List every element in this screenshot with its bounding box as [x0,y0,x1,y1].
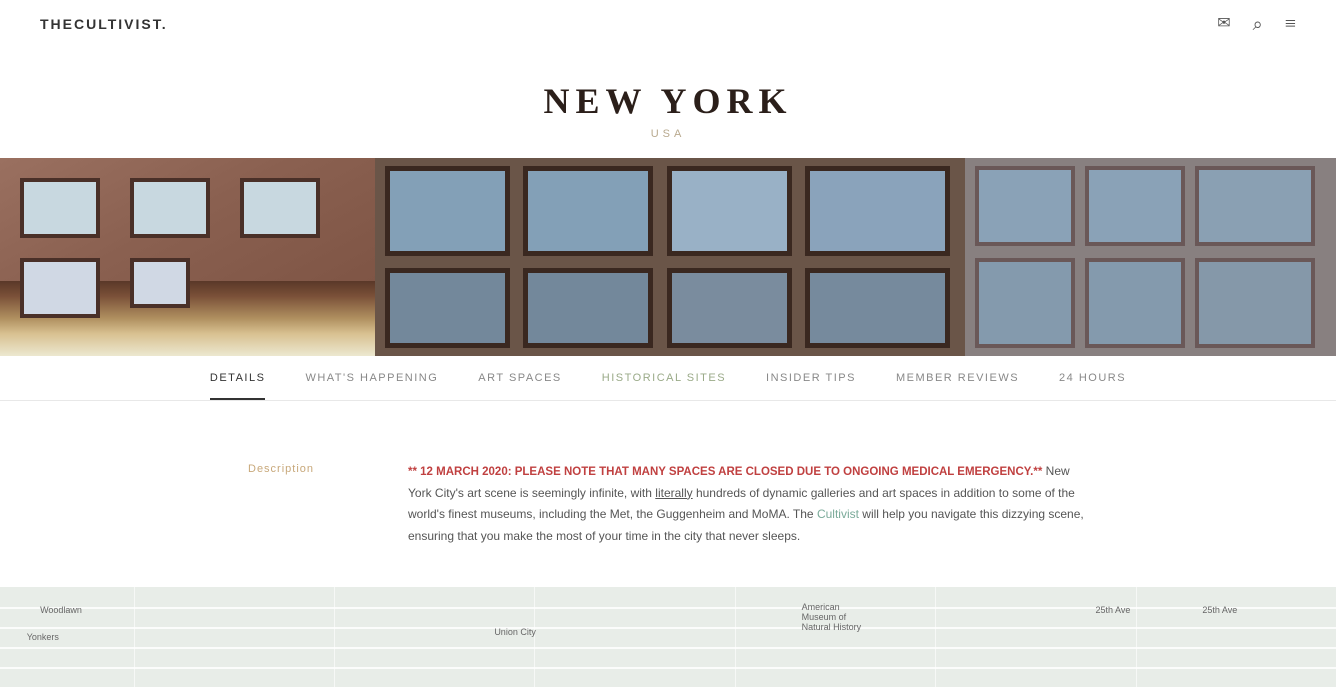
city-title: NEW YORK [0,80,1336,122]
logo-brand: CULTIVIST [74,16,162,32]
tab-member-reviews[interactable]: MEMBER REVIEWS [896,372,1019,400]
map-road [334,587,335,687]
content-section: Description ** 12 MARCH 2020: PLEASE NOT… [208,461,1128,547]
tab-insider-tips[interactable]: INSIDER TIPS [766,372,856,400]
map-label-american-museum: AmericanMuseum ofNatural History [802,602,862,632]
map-label-woodlawn: Woodlawn [40,605,82,615]
tab-24-hours[interactable]: 24 HOURS [1059,372,1126,400]
country-subtitle: USA [0,128,1336,140]
description-label: Description [248,461,348,547]
map-road [735,587,736,687]
hero-image [0,158,1336,356]
logo-prefix: THE [40,16,74,32]
alert-text: ** 12 MARCH 2020: PLEASE NOTE THAT MANY … [408,466,1042,478]
map-background: Yonkers Union City AmericanMuseum ofNatu… [0,587,1336,687]
header-icons [1217,14,1296,34]
menu-icon[interactable] [1285,14,1296,34]
logo-suffix: . [162,16,168,32]
header: THECULTIVIST. [0,0,1336,48]
tab-whats-happening[interactable]: WHAT'S HAPPENING [305,372,438,400]
map-section: Yonkers Union City AmericanMuseum ofNatu… [0,587,1336,687]
nav-tabs: DETAILS WHAT'S HAPPENING ART SPACES HIST… [0,356,1336,401]
mail-icon[interactable] [1217,16,1230,32]
site-logo[interactable]: THECULTIVIST. [40,16,168,32]
map-label-union-city: Union City [494,627,536,637]
tab-art-spaces[interactable]: ART SPACES [478,372,561,400]
title-section: NEW YORK USA [0,48,1336,158]
map-label-yonkers: Yonkers [27,632,59,642]
map-road [935,587,936,687]
map-label-25th-ave-2: 25th Ave [1202,605,1237,615]
description-body: ** 12 MARCH 2020: PLEASE NOTE THAT MANY … [408,461,1088,547]
map-road [1136,587,1137,687]
map-road [134,587,135,687]
map-label-25th-ave-1: 25th Ave [1096,605,1131,615]
cultivist-link[interactable]: Cultivist [817,507,859,521]
tab-historical-sites[interactable]: HISTORICAL SITES [602,372,726,400]
underline-literally: literally [655,486,692,500]
search-icon[interactable] [1253,15,1263,33]
tab-details[interactable]: DETAILS [210,372,266,400]
